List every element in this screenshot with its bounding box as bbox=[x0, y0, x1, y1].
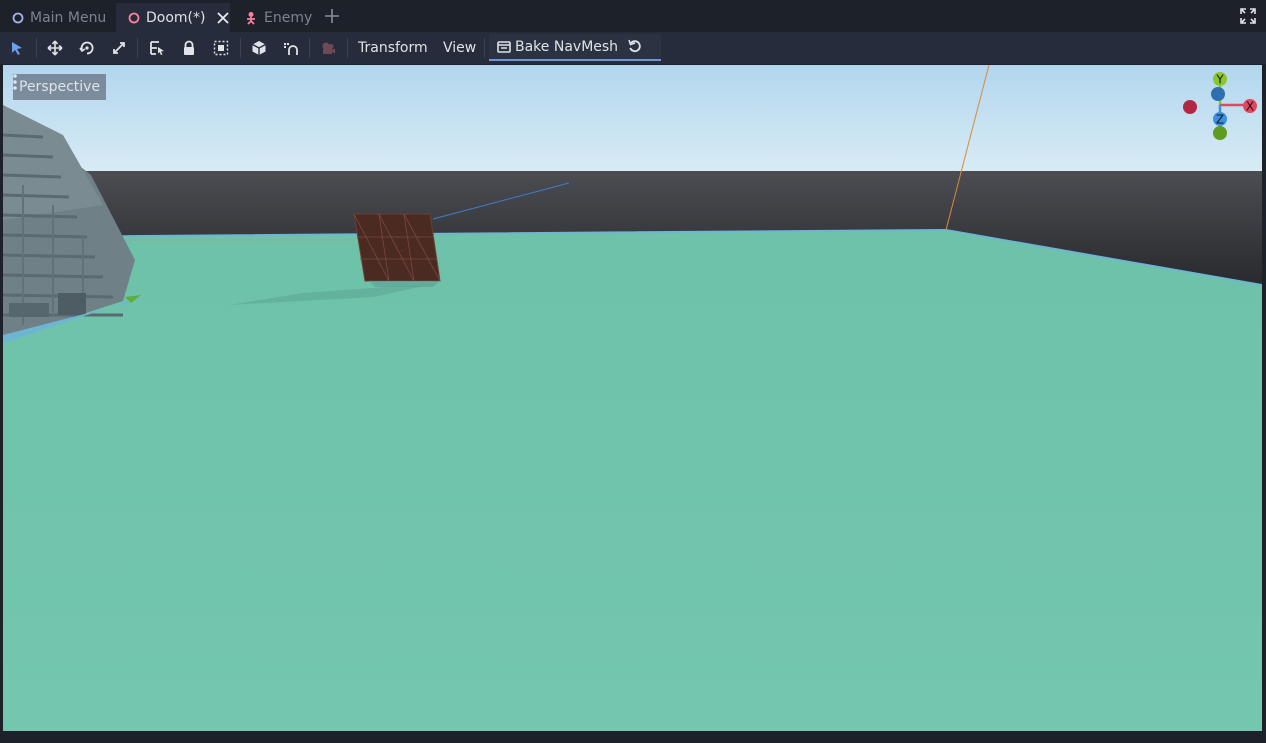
navmesh-toolbar-group: Bake NavMesh bbox=[489, 34, 661, 61]
bake-navmesh-button[interactable]: Bake NavMesh bbox=[497, 37, 618, 57]
perspective-label: Perspective bbox=[19, 79, 101, 95]
x-axis-handle[interactable]: X bbox=[1243, 99, 1257, 114]
lock-button[interactable] bbox=[177, 36, 201, 60]
clear-navmesh-button[interactable] bbox=[627, 38, 645, 56]
x-axis-label: X bbox=[1246, 100, 1254, 114]
group-button[interactable] bbox=[209, 36, 233, 60]
viewport-scene bbox=[3, 65, 1262, 731]
ground-plane bbox=[3, 230, 1262, 731]
plus-icon bbox=[325, 9, 339, 23]
vertical-dots-icon bbox=[13, 74, 17, 90]
toolbar-separator bbox=[240, 38, 241, 58]
transform-menu[interactable]: Transform bbox=[358, 36, 428, 60]
group-icon bbox=[213, 40, 229, 56]
snap-button[interactable] bbox=[279, 36, 303, 60]
expand-icon bbox=[1240, 8, 1256, 24]
add-tab-button[interactable] bbox=[322, 6, 342, 26]
y-axis-handle[interactable]: Y bbox=[1213, 72, 1227, 87]
skeleton-icon bbox=[244, 11, 258, 25]
tab-main-menu[interactable]: Main Menu bbox=[0, 3, 116, 32]
bake-navmesh-label: Bake NavMesh bbox=[515, 39, 619, 55]
select-tool-button[interactable] bbox=[5, 36, 29, 60]
toolbar-separator bbox=[309, 38, 310, 58]
scale-icon bbox=[113, 42, 125, 54]
z-axis-handle[interactable]: Z bbox=[1213, 112, 1227, 127]
cube-icon bbox=[252, 41, 266, 55]
neg-z-axis-handle[interactable] bbox=[1211, 87, 1225, 101]
view-menu[interactable]: View bbox=[443, 36, 476, 60]
tab-enemy[interactable]: Enemy bbox=[232, 3, 320, 32]
scene-tab-bar: Main Menu Doom(*) Enemy bbox=[0, 0, 1266, 32]
z-axis-label: Z bbox=[1216, 113, 1224, 127]
select-arrow-icon bbox=[12, 42, 22, 55]
reload-icon bbox=[628, 39, 641, 53]
navmesh-icon bbox=[497, 41, 511, 53]
y-axis-label: Y bbox=[1215, 73, 1224, 87]
tab-label: Enemy bbox=[264, 9, 313, 26]
neg-y-axis-handle[interactable] bbox=[1213, 126, 1227, 140]
tab-label: Main Menu bbox=[30, 9, 107, 26]
perspective-view-menu[interactable]: Perspective bbox=[13, 74, 107, 100]
snap-icon bbox=[284, 43, 298, 55]
move-icon bbox=[47, 40, 63, 56]
list-select-icon bbox=[150, 41, 164, 55]
3d-viewport[interactable]: Perspective Y X Z bbox=[3, 65, 1262, 731]
camera-icon bbox=[322, 42, 335, 54]
node-circle-icon bbox=[128, 12, 140, 24]
toolbar-separator bbox=[36, 38, 37, 58]
distraction-free-button[interactable] bbox=[1240, 8, 1258, 26]
move-tool-button[interactable] bbox=[43, 36, 67, 60]
orientation-gizmo[interactable]: Y X Z bbox=[1177, 68, 1261, 152]
rotate-icon bbox=[79, 41, 94, 55]
tab-doom[interactable]: Doom(*) bbox=[116, 3, 230, 32]
crate-object bbox=[353, 213, 441, 287]
rotate-tool-button[interactable] bbox=[75, 36, 99, 60]
list-select-button[interactable] bbox=[145, 36, 169, 60]
tab-label: Doom(*) bbox=[146, 9, 206, 26]
neg-x-axis-handle[interactable] bbox=[1183, 100, 1197, 114]
local-space-button[interactable] bbox=[247, 36, 271, 60]
sky bbox=[3, 65, 1262, 175]
node-circle-icon bbox=[12, 12, 24, 24]
toolbar-separator bbox=[137, 38, 138, 58]
camera-preview-button[interactable] bbox=[316, 36, 340, 60]
toolbar-separator bbox=[484, 38, 485, 58]
lock-icon bbox=[184, 40, 194, 55]
toolbar-separator bbox=[347, 38, 348, 58]
scale-tool-button[interactable] bbox=[107, 36, 131, 60]
close-icon[interactable] bbox=[217, 11, 230, 24]
